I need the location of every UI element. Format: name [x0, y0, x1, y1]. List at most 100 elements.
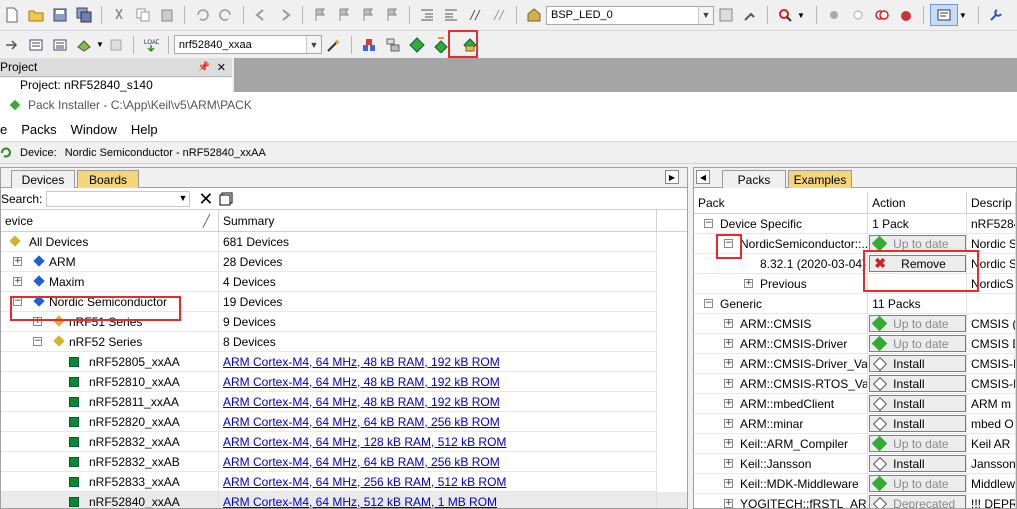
paste-icon[interactable]	[156, 4, 178, 26]
stop-build-icon[interactable]	[105, 34, 127, 56]
pack-row[interactable]: + Keil::MDK-Middleware Up to date Middlew	[694, 474, 1016, 494]
find-icon[interactable]	[774, 4, 796, 26]
cut-icon[interactable]	[108, 4, 130, 26]
collapse-icon[interactable]: −	[33, 337, 42, 346]
expand-arrow-icon[interactable]: ▶	[665, 170, 679, 184]
pack-update-icon[interactable]	[430, 34, 452, 56]
tab-devices[interactable]: Devices	[11, 170, 75, 188]
debug-session-icon[interactable]	[895, 4, 917, 26]
install-button[interactable]: Install	[869, 375, 966, 392]
rebuild-icon[interactable]	[49, 34, 71, 56]
uptodate-button[interactable]: Up to date	[869, 235, 966, 252]
copy-icon[interactable]	[132, 4, 154, 26]
project-root-item[interactable]: Project: nRF52840_s140	[0, 78, 232, 92]
device-row[interactable]: + nRF51 Series 9 Devices	[1, 312, 687, 332]
device-row[interactable]: nRF52833_xxAA ARM Cortex-M4, 64 MHz, 256 …	[1, 472, 687, 492]
device-row[interactable]: − Nordic Semiconductor 19 Devices	[1, 292, 687, 312]
redo-icon[interactable]	[215, 4, 237, 26]
prev-bookmark-icon[interactable]	[333, 4, 355, 26]
clear-bookmarks-icon[interactable]	[381, 4, 403, 26]
expand-icon[interactable]: +	[724, 439, 733, 448]
file-extensions-icon[interactable]	[358, 34, 380, 56]
expand-icon[interactable]: +	[724, 319, 733, 328]
translate-icon[interactable]	[1, 34, 23, 56]
batch-build-icon[interactable]	[73, 34, 95, 56]
install-button[interactable]: Install	[869, 395, 966, 412]
bookmark-icon[interactable]	[309, 4, 331, 26]
pin-icon[interactable]: 📌	[198, 62, 210, 73]
pack-row[interactable]: + Previous NordicS	[694, 274, 1016, 294]
expand-icon[interactable]: +	[724, 459, 733, 468]
menu-packs[interactable]: Packs	[21, 122, 56, 137]
install-button[interactable]: Install	[869, 355, 966, 372]
device-summary-link[interactable]: ARM Cortex-M4, 64 MHz, 48 kB RAM, 192 kB…	[223, 355, 500, 369]
collapse-icon[interactable]: −	[13, 297, 22, 306]
device-select[interactable]: nrf52840_xxaa ▼	[173, 35, 322, 54]
tab-boards[interactable]: Boards	[77, 170, 139, 188]
target-select[interactable]: BSP_LED_0 ▼	[546, 5, 714, 25]
refresh-icon[interactable]	[0, 146, 12, 160]
manage-run-time-icon[interactable]	[382, 34, 404, 56]
build-icon[interactable]	[25, 34, 47, 56]
comment-icon[interactable]	[464, 4, 486, 26]
device-summary-link[interactable]: ARM Cortex-M4, 64 MHz, 48 kB RAM, 192 kB…	[223, 395, 500, 409]
uncomment-icon[interactable]	[488, 4, 510, 26]
tab-examples[interactable]: Examples	[788, 170, 852, 188]
remove-button[interactable]: ✖ Remove	[869, 255, 966, 272]
nav-forward-icon[interactable]	[274, 4, 296, 26]
pack-installer-icon[interactable]	[459, 34, 481, 56]
breakpoint-icon[interactable]	[823, 4, 845, 26]
deprecated-button[interactable]: Deprecated	[869, 495, 966, 508]
expand-icon[interactable]: +	[724, 479, 733, 488]
window-layout-icon[interactable]	[929, 4, 958, 26]
menu-help[interactable]: Help	[131, 122, 158, 137]
uptodate-button[interactable]: Up to date	[869, 435, 966, 452]
device-row[interactable]: nRF52811_xxAA ARM Cortex-M4, 64 MHz, 48 k…	[1, 392, 687, 412]
manage-components-icon[interactable]	[739, 4, 761, 26]
target-options-wand-icon[interactable]	[323, 34, 345, 56]
expand-icon[interactable]: +	[724, 359, 733, 368]
pack-row[interactable]: − Device Specific 1 Pack nRF5284	[694, 214, 1016, 234]
pack-row[interactable]: 8.32.1 (2020-03-04) ✖ Remove Nordic S	[694, 254, 1016, 274]
device-row[interactable]: nRF52805_xxAA ARM Cortex-M4, 64 MHz, 48 k…	[1, 352, 687, 372]
pack-row[interactable]: + ARM::minar Install mbed O	[694, 414, 1016, 434]
kill-breakpoints-icon[interactable]	[871, 4, 893, 26]
collapse-icon[interactable]: −	[704, 219, 713, 228]
collapse-icon[interactable]: −	[724, 239, 733, 248]
select-packs-icon[interactable]	[406, 34, 428, 56]
indent-icon[interactable]	[416, 4, 438, 26]
device-row[interactable]: nRF52810_xxAA ARM Cortex-M4, 64 MHz, 48 k…	[1, 372, 687, 392]
install-button[interactable]: Install	[869, 455, 966, 472]
new-file-icon[interactable]	[1, 4, 23, 26]
expand-icon[interactable]: +	[724, 499, 733, 508]
disable-breakpoint-icon[interactable]	[847, 4, 869, 26]
target-options-icon[interactable]	[715, 4, 737, 26]
device-summary-link[interactable]: ARM Cortex-M4, 64 MHz, 128 kB RAM, 512 k…	[223, 435, 506, 449]
save-icon[interactable]	[49, 4, 71, 26]
uptodate-button[interactable]: Up to date	[869, 335, 966, 352]
device-row[interactable]: nRF52840_xxAA ARM Cortex-M4, 64 MHz, 512 …	[1, 492, 687, 508]
pack-row[interactable]: + Keil::ARM_Compiler Up to date Keil AR	[694, 434, 1016, 454]
expand-icon[interactable]: +	[724, 399, 733, 408]
device-row[interactable]: All Devices 681 Devices	[1, 232, 687, 252]
unindent-icon[interactable]	[440, 4, 462, 26]
device-row[interactable]: − nRF52 Series 8 Devices	[1, 332, 687, 352]
expand-icon[interactable]: +	[744, 279, 753, 288]
col-pack[interactable]: Pack	[694, 192, 869, 213]
expand-icon[interactable]: +	[13, 257, 22, 266]
menu-window[interactable]: Window	[71, 122, 117, 137]
pack-row[interactable]: + YOGITECH::fRSTL_AR... Deprecated !!! DEPR	[694, 494, 1016, 508]
install-button[interactable]: Install	[869, 415, 966, 432]
save-all-icon[interactable]	[73, 4, 95, 26]
expand-icon[interactable]: +	[33, 317, 42, 326]
clear-search-icon[interactable]: ✕	[198, 190, 213, 208]
pack-row[interactable]: − Generic 11 Packs	[694, 294, 1016, 314]
menu-file[interactable]: e	[0, 122, 7, 137]
col-description[interactable]: Descrip	[967, 192, 1016, 213]
uptodate-button[interactable]: Up to date	[869, 475, 966, 492]
col-summary[interactable]: Summary	[219, 210, 657, 231]
pack-row[interactable]: + ARM::CMSIS-Driver_Va... Install CMSIS-I	[694, 354, 1016, 374]
device-row[interactable]: + ARM 28 Devices	[1, 252, 687, 272]
collapse-arrow-icon[interactable]: ◀	[696, 170, 710, 184]
device-summary-link[interactable]: ARM Cortex-M4, 64 MHz, 64 kB RAM, 256 kB…	[223, 455, 500, 469]
